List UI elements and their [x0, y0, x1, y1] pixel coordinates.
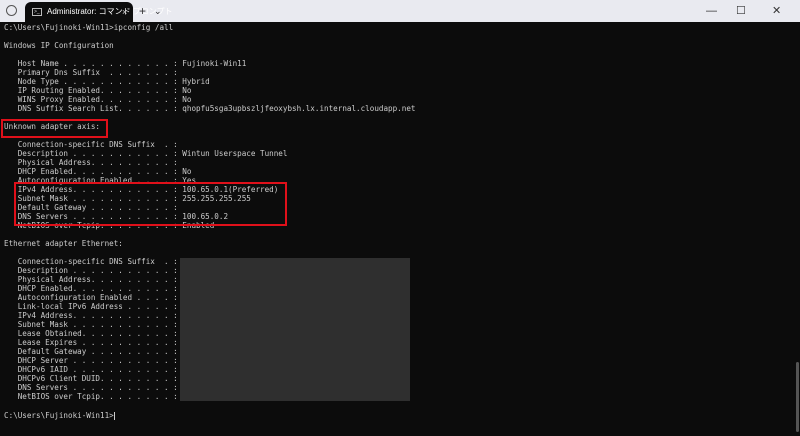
output-line: DHCP Server . . . . . . . . . . . : — [4, 356, 178, 365]
text-cursor — [113, 412, 115, 420]
output-line: DNS Suffix Search List. . . . . . : qhop… — [4, 104, 416, 113]
output-line: DHCPv6 Client DUID. . . . . . . . : — [4, 374, 178, 383]
output-line: Physical Address. . . . . . . . . : — [4, 158, 178, 167]
output-line: Description . . . . . . . . . . . : Wint… — [4, 149, 288, 158]
output-line: Connection-specific DNS Suffix . : — [4, 257, 178, 266]
output-line: Physical Address. . . . . . . . . : — [4, 275, 178, 284]
output-line: IPv4 Address. . . . . . . . . . . : — [4, 311, 178, 320]
output-line: DHCPv6 IAID . . . . . . . . . . . : — [4, 365, 178, 374]
title-bar: >_ Administrator: コマンド プロンプト × + ⌄ — ☐ ✕ — [0, 0, 800, 22]
new-tab-button[interactable]: + — [139, 3, 146, 19]
output-line: NetBIOS over Tcpip. . . . . . . . : — [4, 392, 178, 401]
terminal-window: >_ Administrator: コマンド プロンプト × + ⌄ — ☐ ✕… — [0, 0, 800, 436]
output-line: DHCP Enabled. . . . . . . . . . . : — [4, 284, 178, 293]
highlight-box-adapter — [1, 119, 108, 138]
output-line: Windows IP Configuration — [4, 41, 114, 50]
redaction-block — [180, 258, 410, 401]
terminal-icon: >_ — [32, 8, 42, 16]
highlight-box-ipv4 — [14, 182, 287, 226]
output-line: Default Gateway . . . . . . . . . : — [4, 347, 178, 356]
scrollbar[interactable] — [794, 22, 800, 436]
output-line: Description . . . . . . . . . . . : — [4, 266, 178, 275]
prompt-text: C:\Users\Fujinoki-Win11> — [4, 411, 114, 420]
output-line: Link-local IPv6 Address . . . . . : — [4, 302, 178, 311]
output-line: Node Type . . . . . . . . . . . . : Hybr… — [4, 77, 210, 86]
tab-close-icon[interactable]: × — [122, 2, 127, 22]
prompt-command-line: C:\Users\Fujinoki-Win11>ipconfig /all — [4, 23, 174, 32]
tab-command-prompt[interactable]: >_ Administrator: コマンド プロンプト × — [25, 2, 173, 22]
output-line: Primary Dns Suffix . . . . . . . : — [4, 68, 178, 77]
output-line: DNS Servers . . . . . . . . . . . : — [4, 383, 178, 392]
system-menu-icon[interactable] — [6, 5, 17, 16]
scrollbar-thumb[interactable] — [796, 362, 799, 432]
minimize-button[interactable]: — — [706, 3, 717, 19]
adapter-header: Ethernet adapter Ethernet: — [4, 239, 123, 248]
output-line: WINS Proxy Enabled. . . . . . . . : No — [4, 95, 192, 104]
maximize-button[interactable]: ☐ — [736, 3, 746, 19]
output-line: Lease Obtained. . . . . . . . . . : — [4, 329, 178, 338]
close-button[interactable]: ✕ — [772, 3, 781, 19]
output-line: DHCP Enabled. . . . . . . . . . . : No — [4, 167, 192, 176]
output-line: IP Routing Enabled. . . . . . . . : No — [4, 86, 192, 95]
output-line: Subnet Mask . . . . . . . . . . . : — [4, 320, 178, 329]
output-line: Host Name . . . . . . . . . . . . : Fuji… — [4, 59, 247, 68]
output-line: Lease Expires . . . . . . . . . . : — [4, 338, 178, 347]
output-line: Connection-specific DNS Suffix . : — [4, 140, 178, 149]
output-line: Autoconfiguration Enabled . . . . : — [4, 293, 178, 302]
tab-dropdown-icon[interactable]: ⌄ — [154, 3, 162, 19]
prompt-line: C:\Users\Fujinoki-Win11> — [4, 411, 115, 420]
